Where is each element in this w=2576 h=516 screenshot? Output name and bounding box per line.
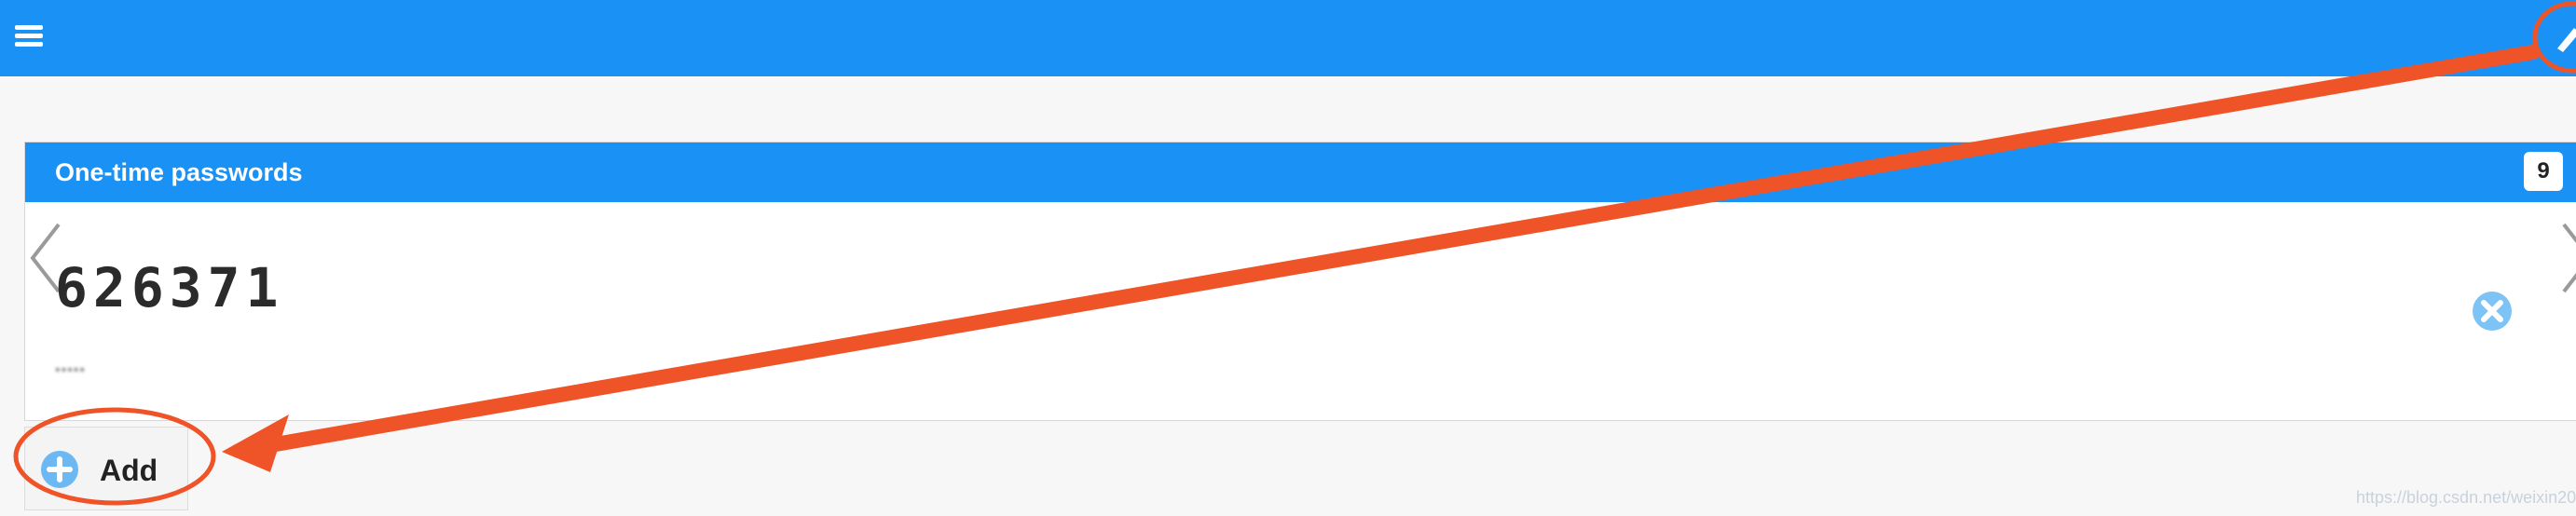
count-badge: 9 — [2524, 152, 2563, 191]
watermark: https://blog.csdn.net/weixin2009 — [2356, 488, 2576, 507]
hamburger-menu-icon[interactable] — [15, 22, 45, 48]
otp-code: 626371 — [55, 256, 284, 319]
pencil-edit-icon[interactable] — [2554, 20, 2576, 52]
plus-circle-icon — [40, 450, 79, 489]
add-button[interactable]: Add — [24, 427, 188, 510]
add-label: Add — [100, 454, 158, 487]
card-header: One-time passwords 9 — [25, 143, 2576, 202]
chevron-right-icon[interactable] — [2558, 221, 2576, 295]
top-app-bar — [0, 0, 2576, 76]
card-title: One-time passwords — [55, 158, 303, 186]
annotation-arrowhead — [222, 414, 289, 472]
account-label: ••••• — [55, 362, 87, 378]
one-time-passwords-card: One-time passwords 9 626371 ••••• — [24, 142, 2576, 421]
close-circle-icon[interactable] — [2471, 290, 2514, 333]
